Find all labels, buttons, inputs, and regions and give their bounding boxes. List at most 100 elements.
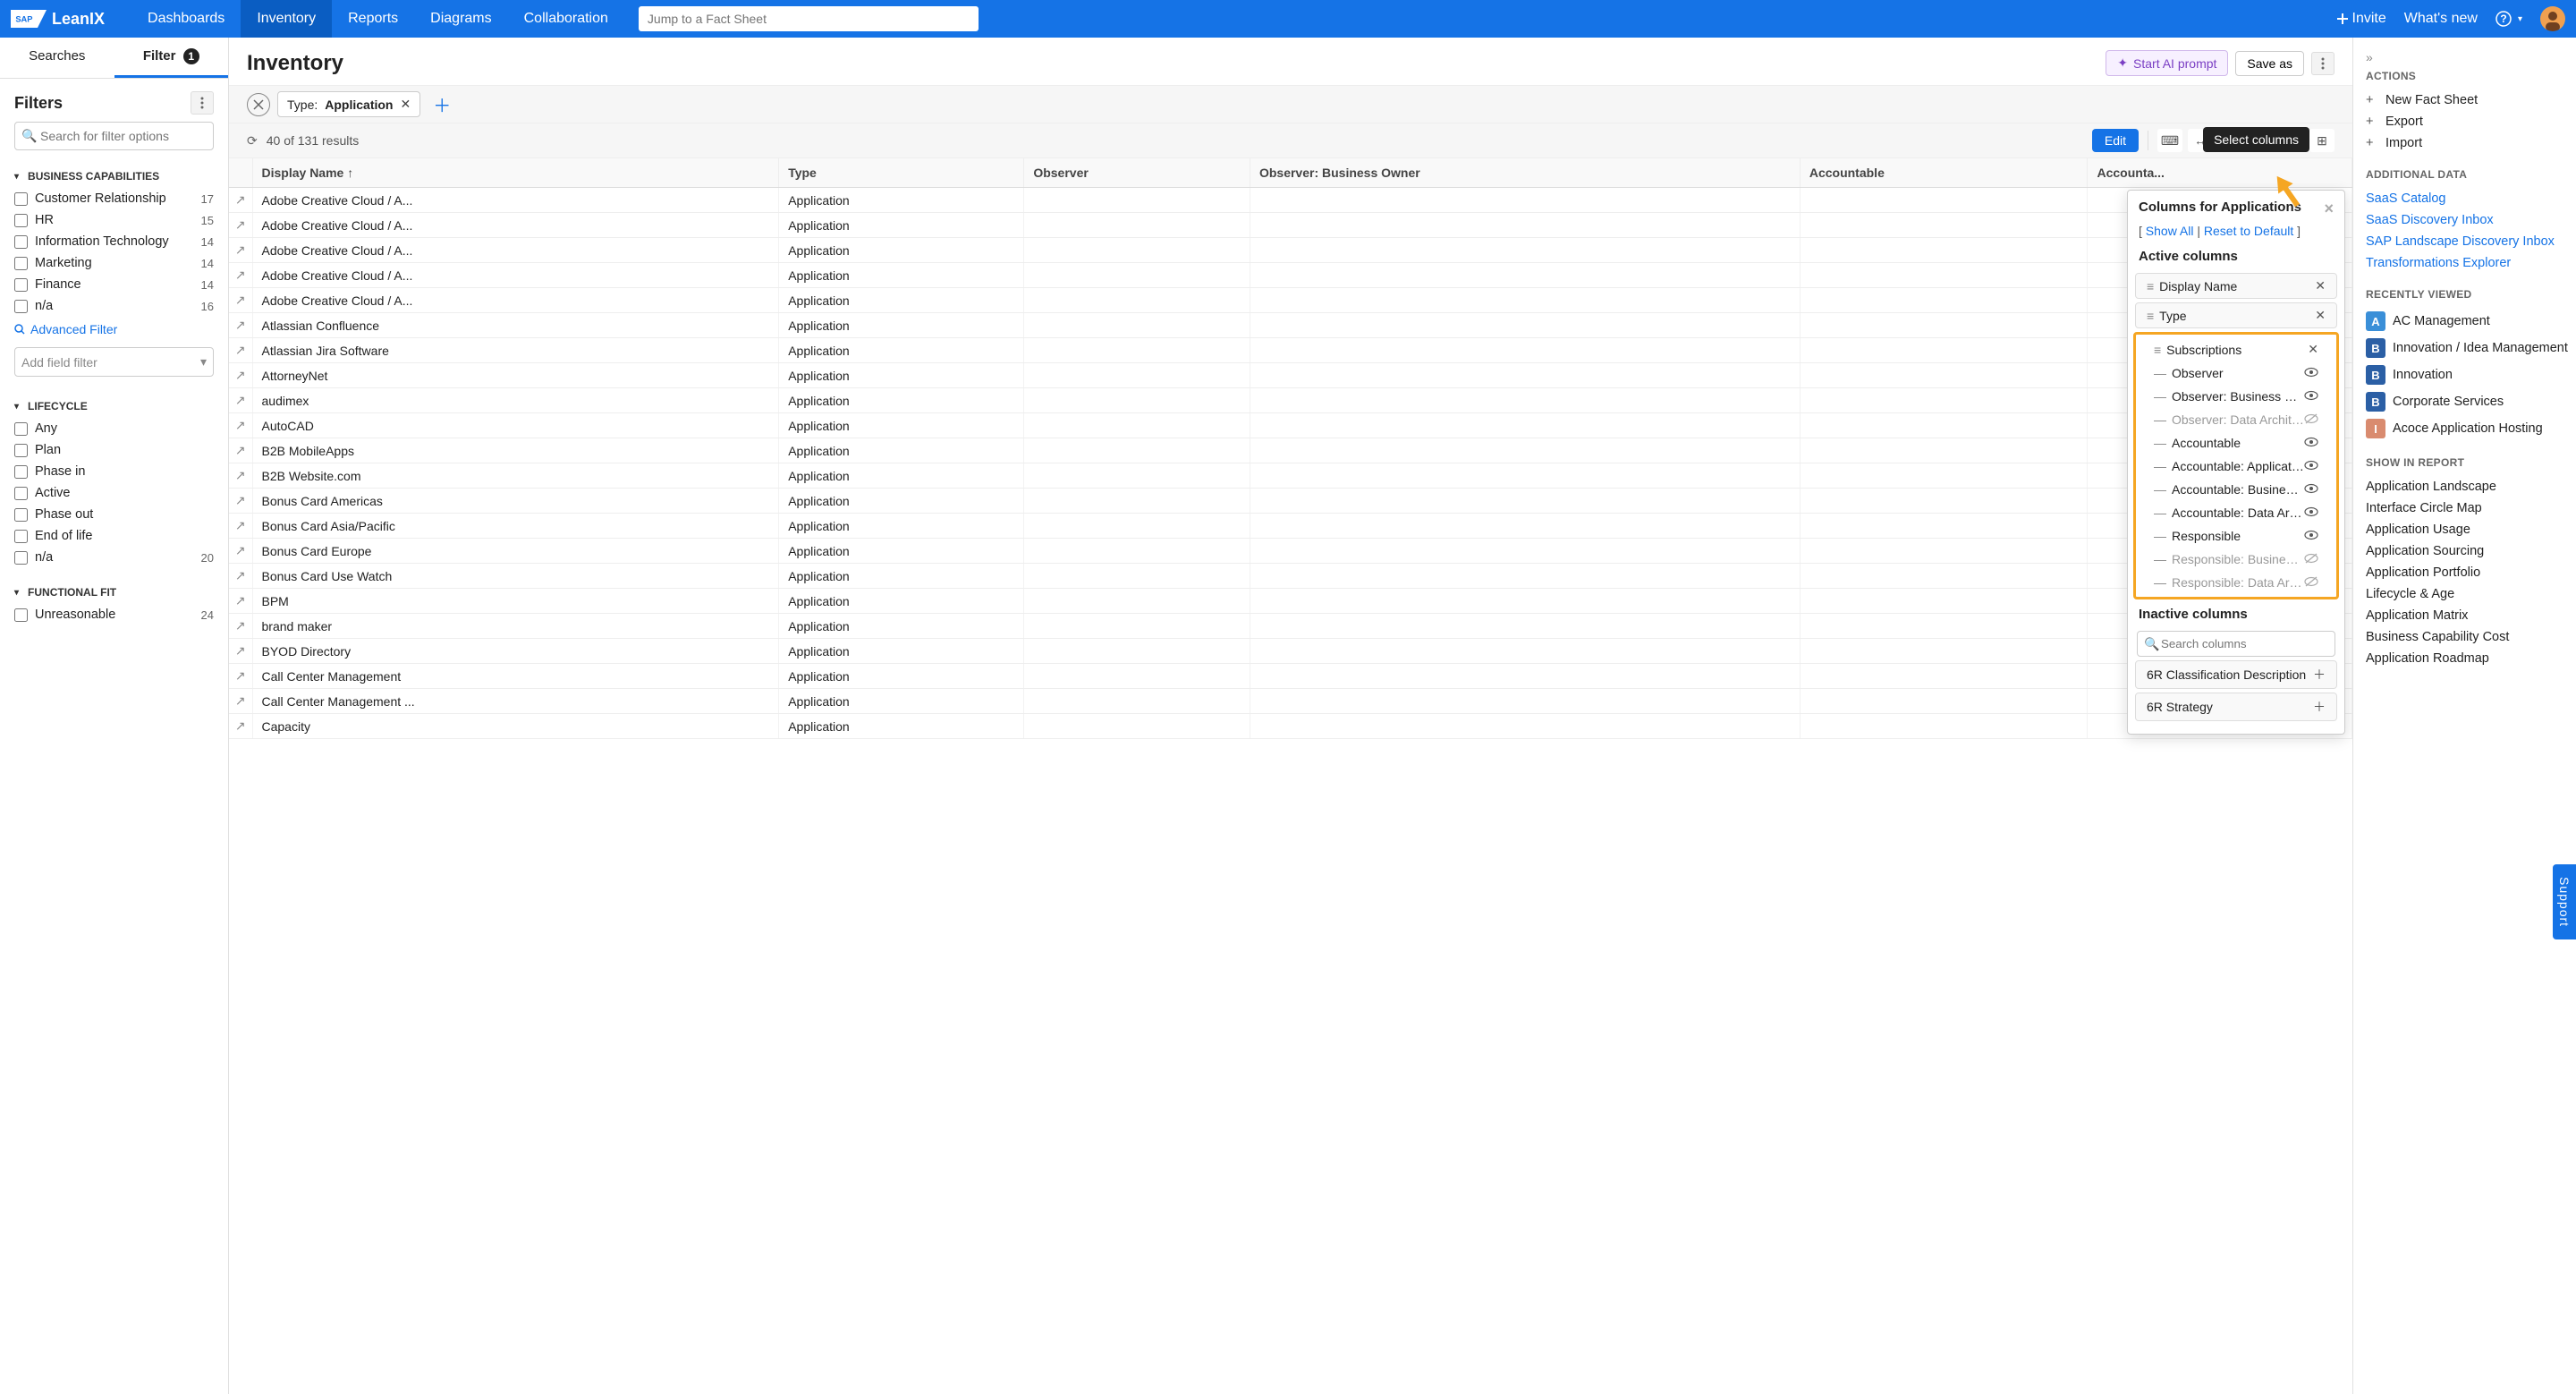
- recent-item[interactable]: BCorporate Services: [2366, 388, 2572, 415]
- table-row[interactable]: ↗Call Center Management ...Application: [229, 689, 2352, 714]
- drag-handle-icon[interactable]: ≡: [2147, 309, 2154, 323]
- add-column-button[interactable]: ＋: [2313, 666, 2326, 684]
- column-visibility-toggle[interactable]: [2304, 482, 2318, 497]
- report-link[interactable]: Application Portfolio: [2366, 562, 2572, 583]
- action-item[interactable]: +New Fact Sheet: [2366, 89, 2572, 111]
- column-header[interactable]: Type: [779, 158, 1024, 188]
- column-visibility-toggle[interactable]: ✕: [2308, 342, 2318, 357]
- drag-handle-icon[interactable]: —: [2154, 366, 2166, 380]
- filter-option[interactable]: Phase out: [14, 504, 214, 525]
- table-row[interactable]: ↗AttorneyNetApplication: [229, 363, 2352, 388]
- drag-handle-icon[interactable]: —: [2154, 482, 2166, 497]
- table-row[interactable]: ↗Call Center ManagementApplication: [229, 664, 2352, 689]
- table-row[interactable]: ↗CapacityApplication: [229, 714, 2352, 739]
- filter-checkbox[interactable]: [14, 530, 28, 543]
- column-item[interactable]: —Responsible: [2143, 525, 2329, 547]
- table-row[interactable]: ↗Adobe Creative Cloud / A...Application: [229, 188, 2352, 213]
- report-link[interactable]: Application Matrix: [2366, 605, 2572, 626]
- column-item[interactable]: —Accountable: Data Architect: [2143, 502, 2329, 523]
- open-row-icon[interactable]: ↗: [235, 368, 246, 382]
- column-item[interactable]: —Responsible: Data Architect: [2143, 572, 2329, 593]
- columns-panel-close[interactable]: ×: [2324, 200, 2334, 218]
- filter-checkbox[interactable]: [14, 192, 28, 206]
- report-link[interactable]: Application Usage: [2366, 519, 2572, 540]
- report-link[interactable]: Application Sourcing: [2366, 540, 2572, 562]
- add-field-filter-select[interactable]: Add field filter▾: [14, 347, 214, 377]
- open-row-icon[interactable]: ↗: [235, 643, 246, 658]
- nav-diagrams[interactable]: Diagrams: [414, 0, 507, 38]
- filter-checkbox[interactable]: [14, 508, 28, 522]
- drag-handle-icon[interactable]: —: [2154, 459, 2166, 473]
- collapse-right-panel[interactable]: »: [2366, 50, 2572, 64]
- drag-handle-icon[interactable]: ≡: [2154, 343, 2161, 357]
- table-row[interactable]: ↗brand makerApplication: [229, 614, 2352, 639]
- active-column-item[interactable]: ≡Display Name✕: [2135, 273, 2337, 299]
- invite-button[interactable]: Invite: [2336, 11, 2386, 27]
- open-row-icon[interactable]: ↗: [235, 192, 246, 207]
- edit-button[interactable]: Edit: [2092, 129, 2139, 152]
- grid-view-icon[interactable]: ⊞: [2309, 129, 2334, 152]
- column-item[interactable]: —Observer: [2143, 362, 2329, 384]
- drag-handle-icon[interactable]: —: [2154, 575, 2166, 590]
- table-row[interactable]: ↗Bonus Card Asia/PacificApplication: [229, 514, 2352, 539]
- filter-option[interactable]: Unreasonable24: [14, 604, 214, 625]
- filter-checkbox[interactable]: [14, 278, 28, 292]
- drag-handle-icon[interactable]: ≡: [2147, 279, 2154, 293]
- report-link[interactable]: Application Roadmap: [2366, 648, 2572, 669]
- table-row[interactable]: ↗Adobe Creative Cloud / A...Application: [229, 288, 2352, 313]
- action-item[interactable]: +Export: [2366, 111, 2572, 132]
- drag-handle-icon[interactable]: —: [2154, 389, 2166, 404]
- advanced-filter-link[interactable]: Advanced Filter: [14, 317, 214, 342]
- filter-pill-type[interactable]: Type: Application✕: [277, 91, 420, 117]
- report-link[interactable]: Interface Circle Map: [2366, 497, 2572, 519]
- column-visibility-toggle[interactable]: [2304, 575, 2318, 590]
- table-row[interactable]: ↗BYOD DirectoryApplication: [229, 639, 2352, 664]
- drag-handle-icon[interactable]: —: [2154, 506, 2166, 520]
- support-tab[interactable]: Support: [2553, 864, 2576, 939]
- filter-option[interactable]: HR15: [14, 209, 214, 231]
- table-row[interactable]: ↗Bonus Card EuropeApplication: [229, 539, 2352, 564]
- inactive-columns-search[interactable]: [2137, 631, 2335, 657]
- remove-column-button[interactable]: ✕: [2315, 278, 2326, 293]
- recent-item[interactable]: BInnovation / Idea Management: [2366, 335, 2572, 361]
- open-row-icon[interactable]: ↗: [235, 293, 246, 307]
- table-row[interactable]: ↗audimexApplication: [229, 388, 2352, 413]
- drag-handle-icon[interactable]: —: [2154, 529, 2166, 543]
- open-row-icon[interactable]: ↗: [235, 693, 246, 708]
- table-row[interactable]: ↗Adobe Creative Cloud / A...Application: [229, 238, 2352, 263]
- column-item[interactable]: —Observer: Business Owner: [2143, 386, 2329, 407]
- filter-checkbox[interactable]: [14, 465, 28, 479]
- whats-new-button[interactable]: What's new: [2404, 11, 2478, 27]
- table-row[interactable]: ↗B2B Website.comApplication: [229, 463, 2352, 489]
- open-row-icon[interactable]: ↗: [235, 217, 246, 232]
- section-functional-fit[interactable]: Functional Fit: [14, 581, 214, 604]
- column-visibility-toggle[interactable]: [2304, 389, 2318, 404]
- column-visibility-toggle[interactable]: [2304, 506, 2318, 520]
- filter-option[interactable]: Active: [14, 482, 214, 504]
- filter-checkbox[interactable]: [14, 257, 28, 270]
- filter-search-input[interactable]: [14, 122, 214, 150]
- open-row-icon[interactable]: ↗: [235, 318, 246, 332]
- filter-option[interactable]: Information Technology14: [14, 231, 214, 252]
- remove-column-button[interactable]: ✕: [2315, 308, 2326, 323]
- column-visibility-toggle[interactable]: [2304, 436, 2318, 450]
- table-row[interactable]: ↗B2B MobileAppsApplication: [229, 438, 2352, 463]
- filter-option[interactable]: Finance14: [14, 274, 214, 295]
- section-business-capabilities[interactable]: Business Capabilities: [14, 165, 214, 188]
- column-visibility-toggle[interactable]: [2304, 552, 2318, 566]
- clear-filters-button[interactable]: [247, 93, 270, 116]
- table-row[interactable]: ↗Adobe Creative Cloud / A...Application: [229, 213, 2352, 238]
- add-filter-button[interactable]: ＋: [428, 91, 456, 117]
- brand-logo[interactable]: SAP LeanIX: [11, 10, 105, 29]
- filter-checkbox[interactable]: [14, 444, 28, 457]
- column-header[interactable]: Observer: Business Owner: [1250, 158, 1800, 188]
- inactive-column-item[interactable]: 6R Classification Description＋: [2135, 660, 2337, 689]
- column-item[interactable]: —Responsible: Business O...: [2143, 548, 2329, 570]
- table-row[interactable]: ↗BPMApplication: [229, 589, 2352, 614]
- add-column-button[interactable]: ＋: [2313, 698, 2326, 716]
- global-search[interactable]: [639, 6, 979, 31]
- column-header[interactable]: Accounta...: [2088, 158, 2352, 188]
- recent-item[interactable]: IAcoce Application Hosting: [2366, 415, 2572, 442]
- drag-handle-icon[interactable]: —: [2154, 552, 2166, 566]
- open-row-icon[interactable]: ↗: [235, 543, 246, 557]
